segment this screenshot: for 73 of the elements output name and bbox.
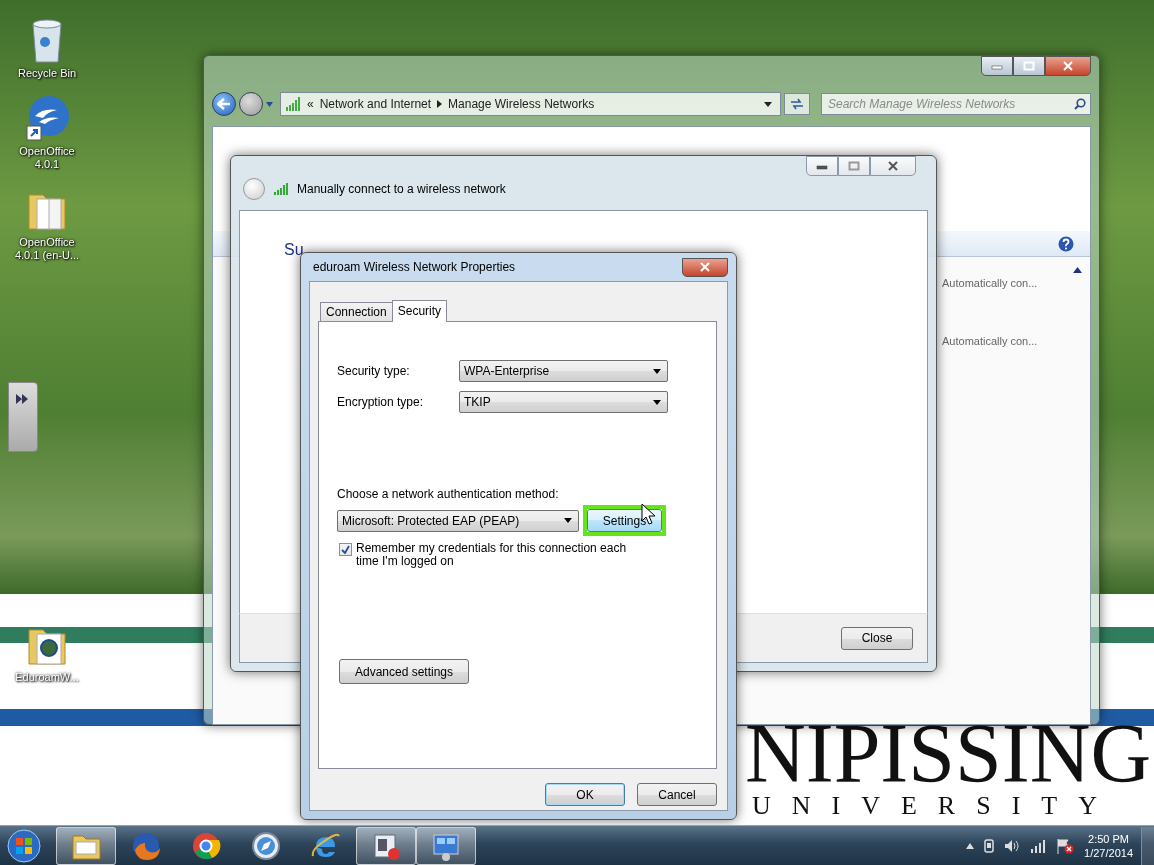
advanced-settings-button[interactable]: Advanced settings	[339, 659, 469, 684]
chevron-right-icon[interactable]	[437, 100, 443, 108]
openoffice-icon[interactable]	[23, 94, 71, 142]
tab[interactable]: Connection	[320, 302, 393, 321]
refresh-button[interactable]	[784, 93, 810, 115]
signal-bars-icon[interactable]	[1030, 838, 1047, 853]
address-bar[interactable]: « Network and Internet Manage Wireless Networks	[280, 92, 781, 116]
network-status: Automatically con...	[942, 276, 1039, 291]
minimize-button[interactable]	[981, 56, 1013, 76]
field-label: Security type:	[337, 364, 411, 378]
desktop-icon-label[interactable]: OpenOffice 4.0.1 (en-U...	[7, 236, 87, 262]
close-button[interactable]	[870, 156, 916, 176]
network-status: Automatically con...	[942, 334, 1039, 349]
dropdown[interactable]: WPA-Enterprise	[459, 360, 668, 382]
close-icon	[1062, 61, 1074, 71]
caret-icon[interactable]	[266, 101, 273, 107]
windows-orb-icon	[7, 828, 41, 863]
taskbar-app-button[interactable]	[356, 826, 416, 865]
minimize-icon	[991, 62, 1003, 70]
help-icon[interactable]	[1058, 235, 1074, 252]
device-icon[interactable]	[984, 838, 995, 853]
dropdown-caret-icon	[653, 399, 661, 405]
ok-button[interactable]: OK	[545, 783, 625, 806]
minimize-icon	[816, 162, 828, 170]
tab[interactable]: Security	[391, 300, 448, 322]
collapse-caret-icon[interactable]	[1073, 267, 1082, 273]
double-arrow-icon	[15, 393, 29, 405]
maximize-icon	[1023, 61, 1035, 71]
back-arrow-icon	[217, 98, 231, 110]
settings-button[interactable]: Settings	[587, 509, 662, 532]
search-icon[interactable]	[1074, 98, 1086, 110]
signal-bars-icon	[273, 183, 289, 195]
flag-error-icon[interactable]	[1056, 837, 1075, 854]
refresh-arrows-icon	[790, 98, 804, 110]
compass-icon	[250, 829, 282, 862]
clock-date: 1/27/2014	[1084, 845, 1133, 860]
checkbox-label[interactable]: Remember my credentials for this connection each time I'm logged on	[356, 542, 646, 568]
dropdown-caret-icon	[564, 518, 572, 523]
taskbar-app-button[interactable]	[56, 826, 116, 865]
taskbar-app-button[interactable]	[416, 826, 476, 865]
minimize-button[interactable]	[806, 156, 838, 176]
desktop-icon-label[interactable]: EduroamW...	[7, 671, 87, 684]
overflow-crumb[interactable]: «	[307, 97, 314, 111]
speaker-icon[interactable]	[1004, 838, 1021, 853]
close-icon	[887, 161, 899, 171]
page-heading: Su	[284, 241, 304, 258]
dropdown[interactable]: Microsoft: Protected EAP (PEAP)	[337, 509, 579, 532]
breadcrumb-item[interactable]: Network and Internet	[319, 97, 432, 111]
window-title: Manually connect to a wireless network	[297, 182, 506, 196]
breadcrumb-item[interactable]: Manage Wireless Networks	[448, 97, 595, 111]
show-desktop-button[interactable]	[1141, 826, 1154, 865]
clock-time: 2:50 PM	[1087, 831, 1130, 846]
dropdown-caret-icon[interactable]	[764, 101, 772, 107]
search-field[interactable]: Search Manage Wireless Networks	[821, 93, 1091, 115]
up-arrow-icon[interactable]	[966, 842, 975, 849]
checkmark-icon	[341, 545, 350, 554]
dropdown[interactable]: TKIP	[459, 391, 668, 413]
dialog-title: eduroam Wireless Network Properties	[312, 260, 517, 274]
signal-bars-icon	[285, 97, 301, 111]
maximize-button[interactable]	[1013, 56, 1045, 76]
field-label: Choose a network authentication method:	[337, 487, 560, 501]
close-button[interactable]	[1045, 56, 1091, 76]
dropdown-caret-icon	[653, 368, 661, 374]
field-label: Encryption type:	[337, 395, 425, 409]
maximize-icon	[848, 161, 860, 171]
desktop-icon-label[interactable]: OpenOffice 4.0.1	[7, 145, 87, 171]
cancel-button[interactable]: Cancel	[637, 783, 717, 806]
gadget-sidebar-handle[interactable]	[8, 382, 38, 452]
close-button[interactable]	[682, 257, 728, 277]
close-button[interactable]: Close	[841, 626, 913, 650]
close-icon	[699, 262, 711, 272]
checkbox[interactable]	[339, 543, 352, 556]
desktop-icon-label[interactable]: Recycle Bin	[7, 67, 87, 80]
